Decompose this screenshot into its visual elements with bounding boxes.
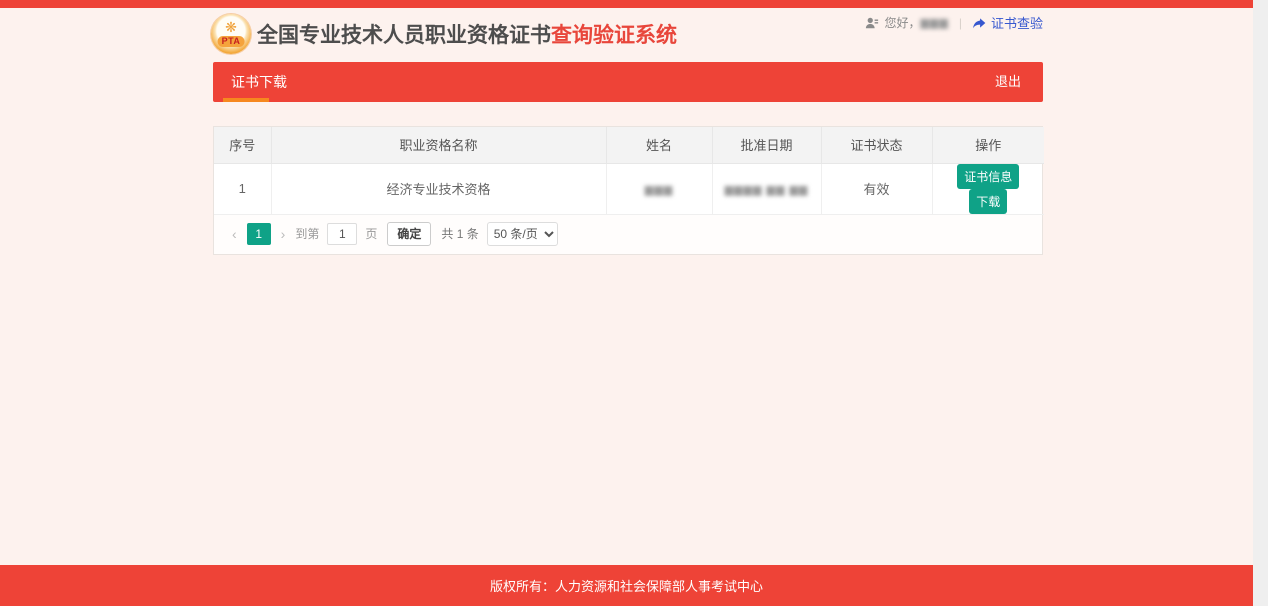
logo-wing-glyph: ❋ [225,20,237,34]
goto-page-suffix: 页 [365,225,377,242]
certificate-verify-label: 证书查验 [991,13,1043,32]
goto-confirm-button[interactable]: 确定 [387,222,431,246]
goto-page-prefix: 到第 [295,225,319,242]
cell-operations: 证书信息 下载 [932,163,1044,214]
certificate-info-button[interactable]: 证书信息 [957,164,1019,189]
certificate-table-panel: 序号 职业资格名称 姓名 批准日期 证书状态 操作 1 经济专业技术资格 ▆▆▆… [213,126,1043,255]
table-header-row: 序号 职业资格名称 姓名 批准日期 证书状态 操作 [214,127,1044,163]
logo-pta-label: PTA [218,36,245,47]
scrollbar-track[interactable] [1253,0,1268,606]
page-container: ❋ PTA 全国专业技术人员职业资格证书查询验证系统 您好， ▆▆▆ | 证书查… [213,0,1043,606]
user-icon [865,16,879,30]
site-brand: ❋ PTA 全国专业技术人员职业资格证书查询验证系统 [211,14,677,54]
main-navbar: 证书下载 退出 [213,62,1043,102]
column-header-status: 证书状态 [821,127,932,163]
goto-page-input[interactable] [327,223,357,245]
column-header-operation: 操作 [932,127,1044,163]
column-header-approval-date: 批准日期 [712,127,821,163]
tab-certificate-download-label: 证书下载 [231,74,287,90]
column-header-index: 序号 [214,127,271,163]
cell-qualification: 经济专业技术资格 [271,163,606,214]
current-page-button[interactable]: 1 [247,223,271,245]
column-header-name: 姓名 [606,127,712,163]
next-page-arrow[interactable]: › [275,226,292,242]
cell-name-redacted: ▆▆▆ [606,163,712,214]
pagination-bar: ‹ 1 › 到第 页 确定 共 1 条 50 条/页 [214,215,1042,254]
prev-page-arrow[interactable]: ‹ [226,226,243,242]
divider: | [959,16,962,30]
table-row: 1 经济专业技术资格 ▆▆▆ ▆▆▆▆ ▆▆ ▆▆ 有效 证书信息 下载 [214,163,1044,214]
site-title: 全国专业技术人员职业资格证书查询验证系统 [257,19,677,49]
logout-button[interactable]: 退出 [973,62,1043,102]
tab-certificate-download[interactable]: 证书下载 [213,62,305,102]
username-redacted: ▆▆▆ [920,16,948,29]
share-arrow-icon [972,16,987,30]
copyright-text: 版权所有：人力资源和社会保障部人事考试中心 [490,576,763,595]
cell-approval-date-redacted: ▆▆▆▆ ▆▆ ▆▆ [712,163,821,214]
total-count-label: 共 1 条 [441,225,478,242]
pta-logo-icon: ❋ PTA [211,14,251,54]
column-header-qualification: 职业资格名称 [271,127,606,163]
active-tab-underline [223,98,269,102]
download-button[interactable]: 下载 [969,189,1007,214]
page-size-select[interactable]: 50 条/页 [487,222,558,246]
cell-index: 1 [214,163,271,214]
site-title-system: 查询验证系统 [551,24,677,47]
cell-status: 有效 [821,163,932,214]
footer-bar: 版权所有：人力资源和社会保障部人事考试中心 [0,565,1253,606]
certificate-verify-link[interactable]: 证书查验 [972,13,1043,32]
site-title-main: 全国专业技术人员职业资格证书 [257,24,551,47]
user-welcome-bar: 您好， ▆▆▆ | 证书查验 [865,13,1043,32]
certificate-table: 序号 职业资格名称 姓名 批准日期 证书状态 操作 1 经济专业技术资格 ▆▆▆… [214,127,1044,215]
welcome-text: 您好， [884,14,920,31]
